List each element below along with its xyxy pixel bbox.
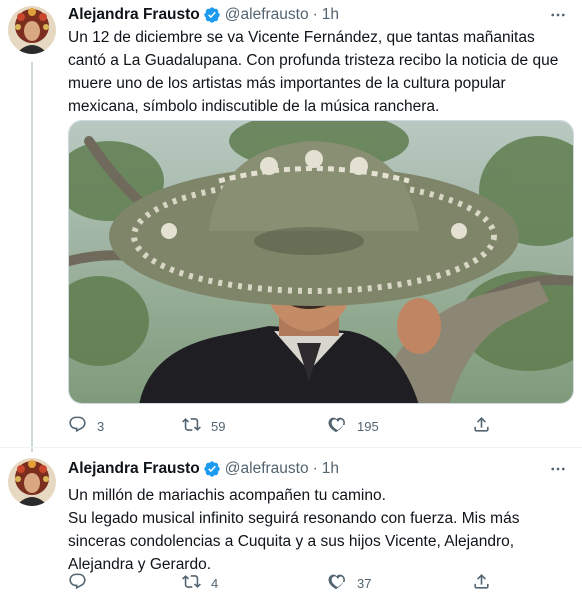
tweet-text: Un 12 de diciembre se va Vicente Fernánd… bbox=[68, 26, 572, 118]
like-button[interactable]: 195 bbox=[328, 414, 379, 438]
share-icon bbox=[472, 415, 491, 437]
tweet-header: Alejandra Frausto @alefrausto · 1h bbox=[68, 4, 570, 26]
author-handle[interactable]: @alefrausto bbox=[225, 460, 309, 478]
more-icon[interactable] bbox=[546, 3, 570, 27]
verified-badge-icon bbox=[203, 6, 221, 24]
tweet-timestamp[interactable]: 1h bbox=[322, 460, 339, 478]
tweet[interactable]: Alejandra Frausto @alefrausto · 1h Un 12… bbox=[0, 0, 582, 452]
avatar[interactable] bbox=[8, 458, 56, 506]
tweet-actions: 4 37 bbox=[68, 571, 570, 595]
like-button[interactable]: 37 bbox=[328, 571, 371, 595]
heart-icon bbox=[328, 572, 347, 594]
tweet-photo[interactable] bbox=[68, 120, 574, 404]
retweet-button[interactable]: 4 bbox=[182, 571, 218, 595]
retweet-count: 59 bbox=[211, 418, 226, 434]
share-icon bbox=[472, 572, 491, 594]
more-icon[interactable] bbox=[546, 457, 570, 481]
tweet-text-content: Un millón de mariachis acompañen tu cami… bbox=[68, 487, 520, 573]
reply-button[interactable]: 3 bbox=[68, 414, 104, 438]
retweet-button[interactable]: 59 bbox=[182, 414, 225, 438]
tweet-actions: 3 59 195 bbox=[68, 414, 570, 438]
avatar[interactable] bbox=[8, 6, 56, 54]
retweet-icon bbox=[182, 572, 201, 594]
reply-button[interactable] bbox=[68, 571, 97, 595]
retweet-icon bbox=[182, 415, 201, 437]
author-handle[interactable]: @alefrausto bbox=[225, 6, 309, 24]
retweet-count: 4 bbox=[211, 575, 219, 591]
reply-icon bbox=[68, 572, 87, 594]
verified-badge-icon bbox=[203, 460, 221, 478]
heart-icon bbox=[328, 415, 347, 437]
share-button[interactable] bbox=[472, 571, 491, 595]
tweet-text: Un millón de mariachis acompañen tu cami… bbox=[68, 484, 572, 576]
like-count: 37 bbox=[357, 575, 372, 591]
thread-connector-line bbox=[31, 62, 33, 452]
author-name[interactable]: Alejandra Frausto bbox=[68, 460, 200, 478]
tweet-timestamp[interactable]: 1h bbox=[322, 6, 339, 24]
reply-icon bbox=[68, 415, 87, 437]
tweet[interactable]: Alejandra Frausto @alefrausto · 1h Un mi… bbox=[0, 448, 582, 606]
share-button[interactable] bbox=[472, 414, 491, 438]
tweet-text-content: Un 12 de diciembre se va Vicente Fernánd… bbox=[68, 29, 559, 115]
reply-count: 3 bbox=[97, 418, 105, 434]
tweet-header: Alejandra Frausto @alefrausto · 1h bbox=[68, 458, 570, 480]
like-count: 195 bbox=[357, 418, 379, 434]
header-separator: · bbox=[312, 460, 318, 477]
header-separator: · bbox=[312, 6, 318, 23]
author-name[interactable]: Alejandra Frausto bbox=[68, 6, 200, 24]
